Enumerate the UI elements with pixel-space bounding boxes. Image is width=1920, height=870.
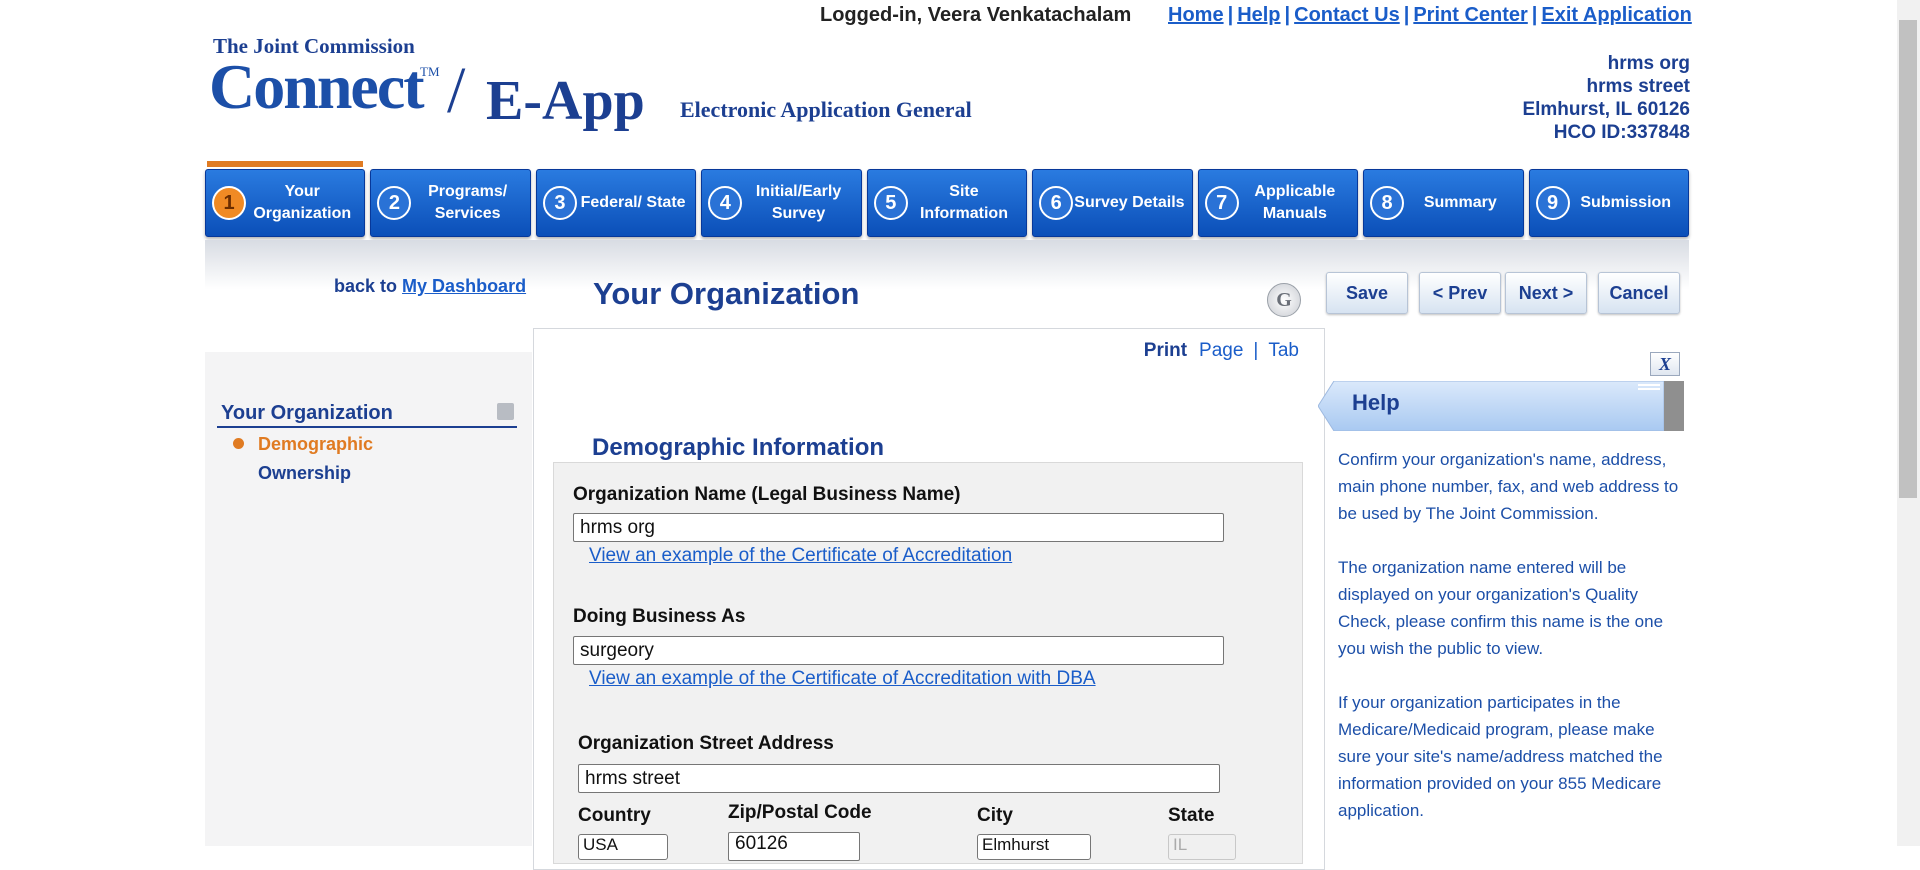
help-link[interactable]: Help [1237,4,1280,26]
active-step-indicator [207,161,363,167]
country-label: Country [578,805,651,826]
logo-trademark: TM [420,64,440,79]
cancel-button[interactable]: Cancel [1598,272,1680,314]
nav-item-ownership[interactable]: Ownership [258,463,351,484]
step-federal-state[interactable]: 3 Federal/ State [535,169,697,237]
prev-button[interactable]: < Prev [1419,272,1501,314]
section-title: Demographic Information [592,434,885,461]
close-help-button[interactable]: X [1650,352,1680,376]
step-your-organization[interactable]: 1 Your Organization [205,169,366,237]
certificate-example-link[interactable]: View an example of the Certificate of Ac… [589,545,1012,567]
grammar-g-icon[interactable]: G [1267,283,1301,317]
step-number: 7 [1204,186,1239,220]
step-label: Applicable Manuals [1254,183,1336,222]
step-number: 1 [212,186,246,220]
step-submission[interactable]: 9 Submission [1528,169,1689,237]
street-address-label: Organization Street Address [578,733,834,754]
dba-input[interactable]: surgeory [573,636,1224,665]
print-label: Print [1143,340,1188,361]
separator: | [1253,340,1259,361]
step-label: Your Organization [253,183,352,222]
save-button[interactable]: Save [1326,272,1408,314]
step-tabs: 1 Your Organization 2 Programs/ Services 3… [205,169,1689,237]
step-label: Initial/Early Survey [755,183,842,222]
separator: | [1227,4,1234,26]
step-label: Survey Details [1074,194,1185,211]
separator: | [1284,4,1291,26]
org-name: hrms org [1607,53,1690,74]
state-label: State [1168,805,1215,826]
organization-info: hrms org hrms street Elmhurst, IL 60126 … [1522,52,1690,144]
step-label: Federal/ State [580,194,686,211]
step-number: 4 [708,186,743,220]
zip-label: Zip/Postal Code [728,802,872,823]
back-to-dashboard: back to My Dashboard [334,276,526,297]
print-center-link[interactable]: Print Center [1413,4,1527,26]
city-select[interactable]: Elmhurst [977,834,1091,860]
step-number: 9 [1535,186,1570,220]
page-title: Your Organization [593,276,860,311]
org-name-input[interactable]: hrms org [573,513,1224,542]
print-tab-link[interactable]: Tab [1268,340,1299,361]
scrollbar-thumb[interactable] [1899,20,1917,498]
step-label: Programs/ Services [428,183,508,222]
logged-in-user: Logged-in, Veera Venkatachalam [820,4,1132,26]
help-content: Confirm your organization's name, addres… [1338,446,1690,851]
logo-slash: / [447,54,466,127]
dba-label: Doing Business As [573,606,746,627]
current-item-bullet-icon [233,438,244,449]
step-number: 5 [873,186,908,220]
street-address-input[interactable]: hrms street [578,764,1220,793]
zip-input[interactable]: 60126 [728,832,860,861]
nav-item-demographic[interactable]: Demographic [258,434,373,455]
logo-connect: Connect [209,51,425,122]
step-number: 6 [1039,186,1074,220]
back-prefix: back to [334,276,398,296]
certificate-dba-example-link[interactable]: View an example of the Certificate of Ac… [589,668,1096,690]
step-initial-early-survey[interactable]: 4 Initial/Early Survey [701,169,862,237]
collapse-icon[interactable] [497,403,514,420]
step-label: Site Information [919,183,1008,222]
exit-application-link[interactable]: Exit Application [1541,4,1691,26]
help-paragraph: The organization name entered will be di… [1338,558,1664,658]
next-button[interactable]: Next > [1505,272,1587,314]
org-street: hrms street [1586,76,1691,97]
org-name-label: Organization Name (Legal Business Name) [573,484,961,505]
org-hco-id: HCO ID:337848 [1553,122,1690,143]
logo-eapp: E-App [486,70,645,132]
nav-section-title[interactable]: Your Organization [221,402,393,425]
help-paragraph: Confirm your organization's name, addres… [1338,450,1679,523]
step-summary[interactable]: 8 Summary [1363,169,1524,237]
country-select[interactable]: USA [578,834,668,860]
help-paragraph: If your organization participates in the… [1338,693,1663,820]
print-page-link[interactable]: Page [1199,340,1243,361]
city-label: City [977,805,1013,826]
top-nav-links: Home | Help | Contact Us | Print Center | Exit A… [1168,4,1692,27]
org-city-state-zip: Elmhurst, IL 60126 [1522,99,1690,120]
step-site-information[interactable]: 5 Site Information [866,169,1028,237]
contact-us-link[interactable]: Contact Us [1294,4,1400,26]
state-select[interactable]: IL [1168,834,1236,860]
my-dashboard-link[interactable]: My Dashboard [402,276,526,296]
separator: | [1531,4,1538,26]
home-link[interactable]: Home [1168,4,1224,26]
print-options: Print Page | Tab [1144,340,1299,362]
nav-divider [217,426,517,428]
step-programs-services[interactable]: 2 Programs/ Services [370,169,531,237]
step-number: 8 [1370,186,1405,220]
step-applicable-manuals[interactable]: 7 Applicable Manuals [1197,169,1359,237]
separator: | [1403,4,1410,26]
step-number: 3 [542,186,577,220]
step-number: 2 [377,186,412,220]
logo-subtitle: Electronic Application General [680,97,972,122]
step-label: Summary [1423,194,1497,211]
step-label: Submission [1580,194,1672,211]
help-title: Help [1352,390,1400,415]
step-survey-details[interactable]: 6 Survey Details [1032,169,1193,237]
